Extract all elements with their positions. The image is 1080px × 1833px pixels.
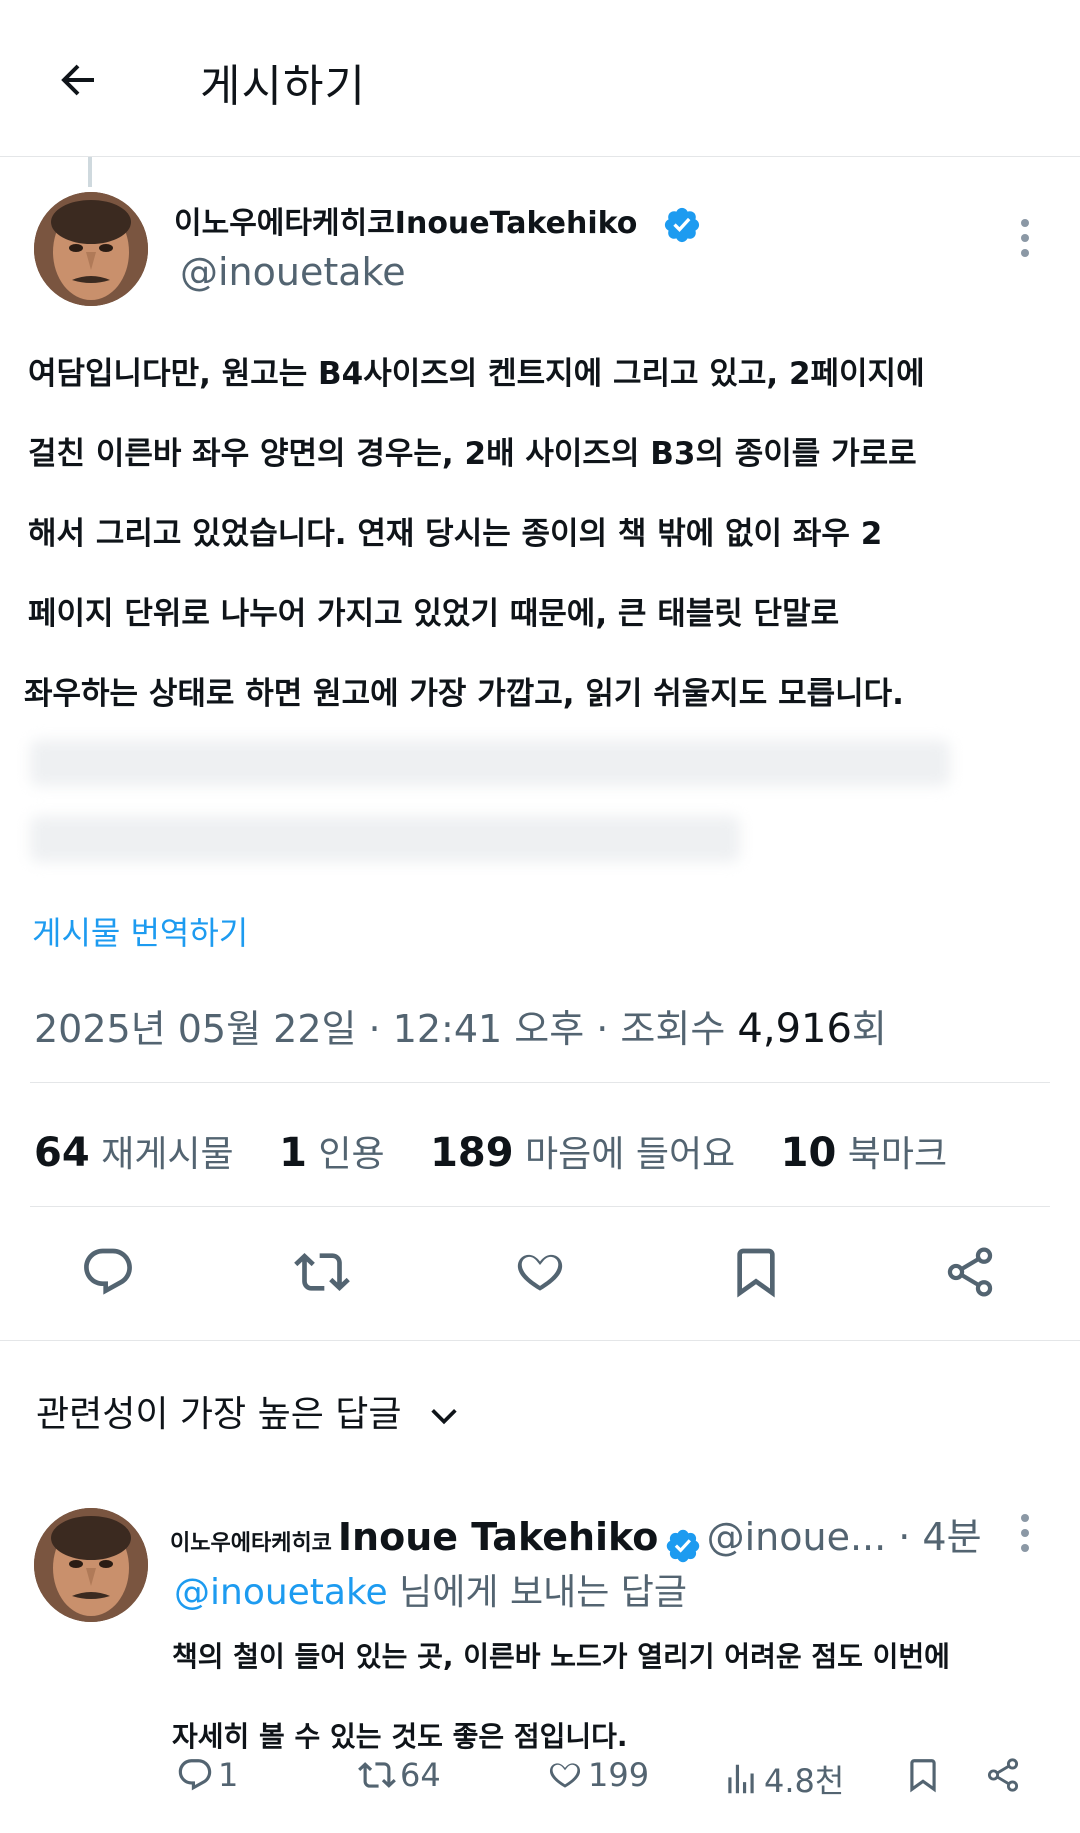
likes-label: 마음에 들어요	[525, 1134, 736, 1175]
reply-views-button[interactable]: 4.8천	[722, 1756, 844, 1802]
like-icon	[549, 1763, 581, 1788]
reply-body: 책의 철이 들어 있는 곳, 이른바 노드가 열리기 어려운 점도 이번에 자세…	[172, 1617, 1052, 1777]
share-button[interactable]	[938, 1240, 1002, 1304]
verified-badge-icon	[666, 1529, 699, 1562]
reply-reposts-count: 64	[400, 1756, 441, 1794]
divider	[30, 1082, 1050, 1083]
post-timestamp[interactable]: 2025년 05월 22일 · 12:41 오후 · 조회수	[34, 1007, 737, 1051]
blurred-text-region	[30, 816, 740, 862]
view-count-suffix: 회	[851, 1007, 887, 1051]
quotes-stat[interactable]: 1 인용	[279, 1130, 385, 1176]
top-bar: 게시하기	[0, 0, 1080, 157]
likes-count: 189	[430, 1130, 514, 1176]
avatar[interactable]	[34, 192, 148, 306]
share-icon	[987, 1758, 1019, 1792]
reply-icon	[178, 1759, 212, 1791]
page-title: 게시하기	[200, 61, 366, 112]
reply-sort-label: 관련성이 가장 높은 답글	[36, 1394, 402, 1435]
bookmarks-stat[interactable]: 10 북마크	[781, 1130, 948, 1176]
reply-author-name-jp[interactable]: 이노우에타케히코	[170, 1531, 332, 1556]
view-count: 4,916	[737, 1006, 852, 1052]
post-body-line: 해서 그리고 있었습니다. 연재 당시는 종이의 책 밖에 없이 좌우 2	[28, 516, 883, 552]
reply-time: · 4분	[886, 1515, 982, 1559]
bookmarks-count: 10	[780, 1130, 837, 1176]
reply-to-suffix: 님에게 보내는 답글	[387, 1572, 687, 1613]
post-body: 여담입니다만, 원고는 B4사이즈의 켄트지에 그리고 있고, 2페이지에 걸친…	[24, 334, 1048, 734]
reply-to-mention[interactable]: @inouetake	[174, 1572, 388, 1613]
like-icon	[517, 1254, 563, 1291]
bookmarks-label: 북마크	[847, 1134, 948, 1175]
reply-avatar[interactable]	[34, 1508, 148, 1622]
post-body-line: 여담입니다만, 원고는 B4사이즈의 켄트지에 그리고 있고, 2페이지에	[28, 356, 925, 392]
reply-views-count: 4.8천	[764, 1762, 845, 1800]
author-name[interactable]: 이노우에타케히코InoueTakehiko	[174, 198, 702, 245]
post-body-line: 페이지 단위로 나누어 가지고 있었기 때문에, 큰 태블릿 단말로	[28, 596, 840, 632]
back-button[interactable]	[52, 54, 104, 106]
reply-sort-dropdown[interactable]: 관련성이 가장 높은 답글	[36, 1385, 461, 1437]
blurred-text-region	[30, 740, 950, 786]
section-divider	[0, 1340, 1080, 1341]
reply-reply-button[interactable]: 1	[176, 1756, 238, 1794]
back-arrow-icon	[61, 64, 94, 96]
more-vertical-icon	[1021, 1514, 1029, 1552]
bookmark-icon	[737, 1248, 775, 1298]
post-body-line: 걸친 이른바 좌우 양면의 경우는, 2배 사이즈의 B3의 종이를 가로로	[28, 436, 917, 472]
reposts-label: 재게시물	[101, 1134, 234, 1175]
post-stats: 64 재게시물 1 인용 189 마음에 들어요 10 북마크	[34, 1125, 981, 1177]
reply-to-line: @inouetake 님에게 보내는 답글	[174, 1563, 687, 1615]
divider	[30, 1206, 1050, 1207]
verified-badge-icon	[664, 207, 699, 242]
reply-replies-count: 1	[218, 1756, 239, 1794]
likes-stat[interactable]: 189 마음에 들어요	[430, 1130, 736, 1176]
more-vertical-icon	[1021, 219, 1029, 257]
reposts-stat[interactable]: 64 재게시물	[34, 1130, 234, 1176]
repost-icon	[294, 1253, 350, 1291]
chevron-down-icon	[431, 1409, 457, 1425]
post-meta: 2025년 05월 22일 · 12:41 오후 · 조회수 4,916회	[34, 998, 887, 1053]
reply-author-handle[interactable]: @inoue...	[707, 1515, 887, 1559]
like-button[interactable]	[508, 1240, 572, 1304]
reply-like-button[interactable]: 199	[546, 1756, 649, 1794]
views-icon	[728, 1764, 754, 1794]
reply-body-line: 책의 철이 들어 있는 곳, 이른바 노드가 열리기 어려운 점도 이번에	[172, 1640, 950, 1673]
reply-bookmark-button[interactable]	[904, 1756, 946, 1794]
reply-repost-button[interactable]: 64	[358, 1756, 441, 1794]
post-body-line: 좌우하는 상태로 하면 원고에 가장 가깝고, 읽기 쉬울지도 모릅니다.	[24, 676, 904, 712]
reply-more-options-button[interactable]	[1010, 1510, 1040, 1556]
quotes-label: 인용	[318, 1134, 385, 1175]
quotes-count: 1	[279, 1130, 307, 1176]
reply-share-button[interactable]	[984, 1756, 1026, 1794]
thread-connector-line	[88, 157, 92, 187]
reply-likes-count: 199	[588, 1756, 650, 1794]
translate-post-link[interactable]: 게시물 번역하기	[32, 908, 248, 954]
author-handle[interactable]: @inouetake	[180, 250, 406, 294]
share-icon	[947, 1247, 993, 1297]
author-name-text: 이노우에타케히코InoueTakehiko	[174, 206, 638, 241]
reply-author-name[interactable]: Inoue Takehiko	[338, 1515, 658, 1559]
bookmark-icon	[910, 1759, 936, 1793]
repost-icon	[358, 1762, 396, 1788]
reposts-count: 64	[34, 1130, 90, 1176]
reply-icon	[84, 1248, 132, 1295]
bookmark-button[interactable]	[724, 1240, 788, 1304]
more-options-button[interactable]	[1010, 215, 1040, 261]
reply-button[interactable]	[76, 1240, 140, 1304]
reply-author-line: 이노우에타케히코 Inoue Takehiko @inoue... · 4분	[170, 1506, 982, 1565]
repost-button[interactable]	[290, 1240, 354, 1304]
